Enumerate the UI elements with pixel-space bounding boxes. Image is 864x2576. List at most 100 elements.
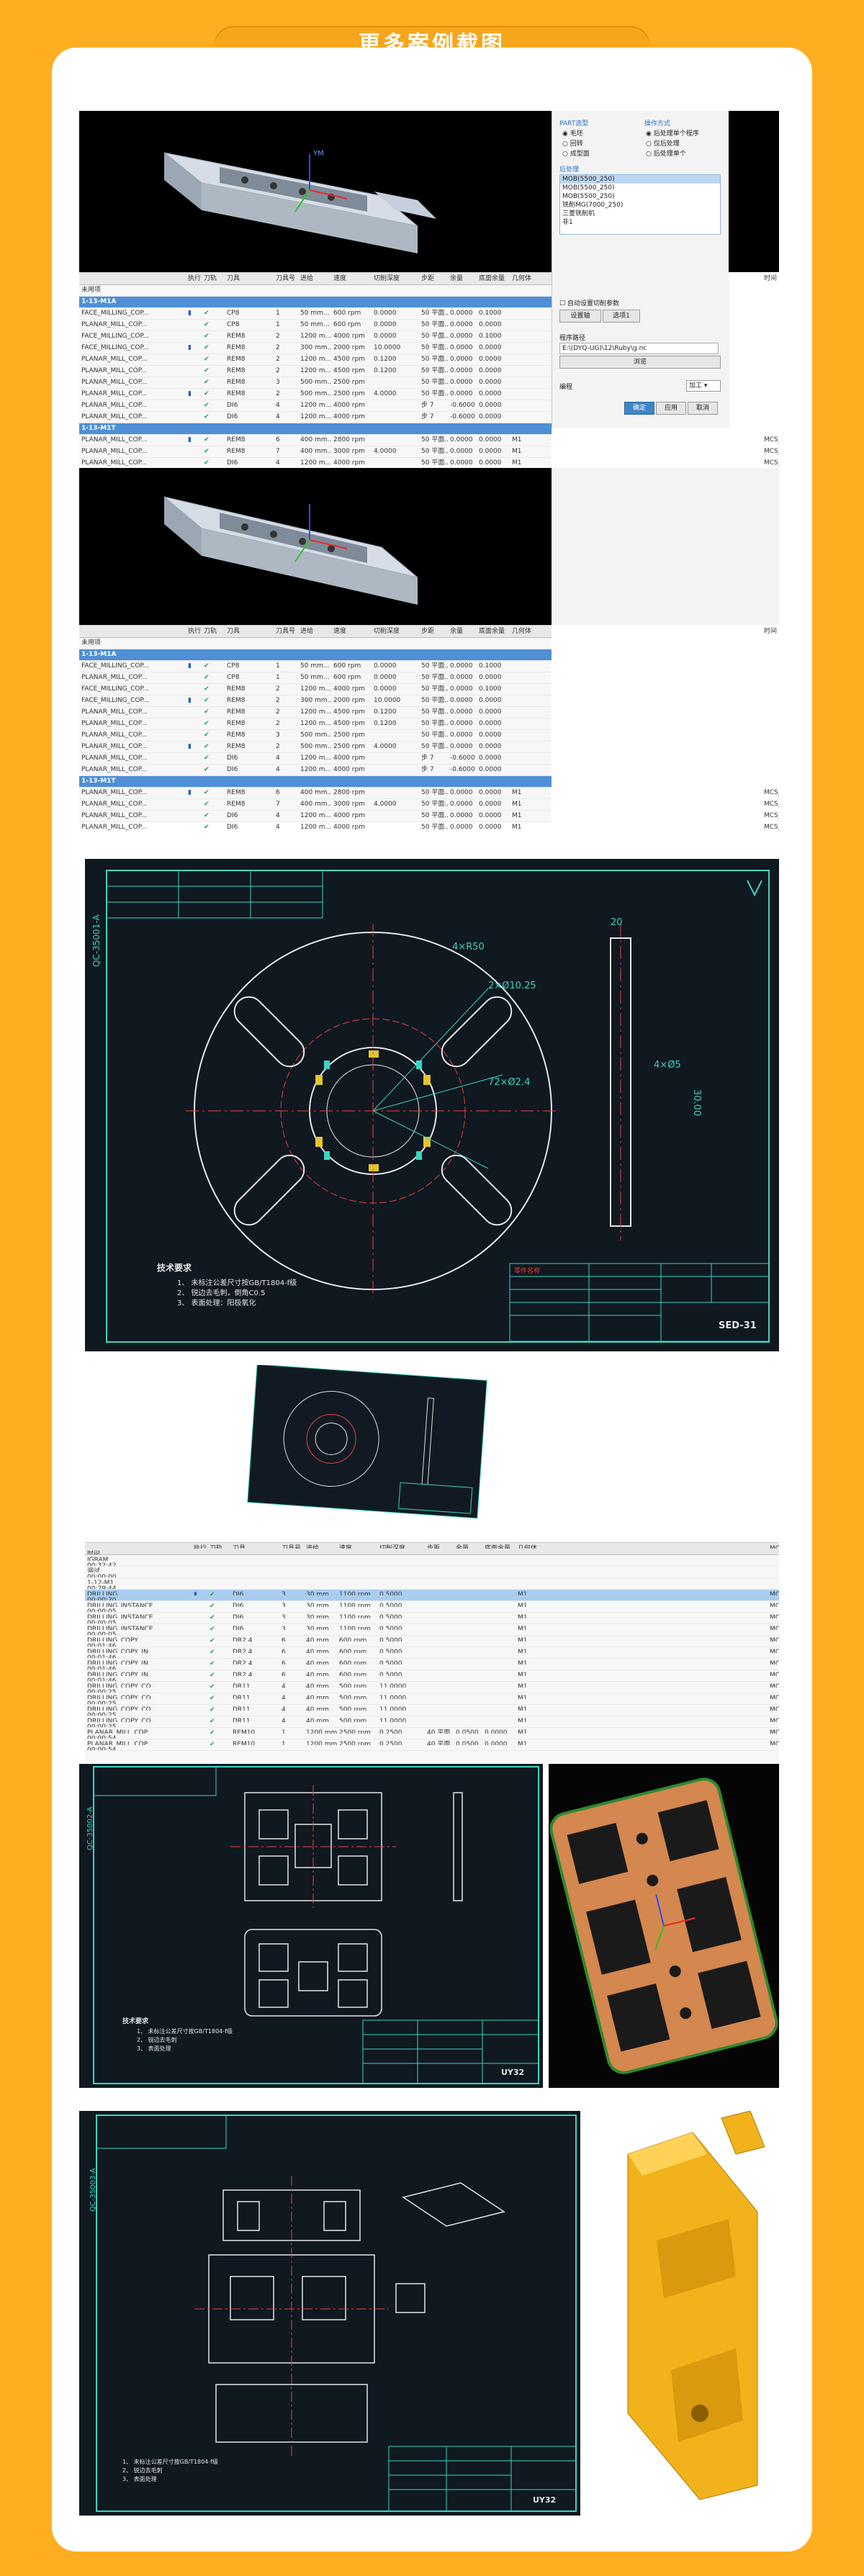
- column-header[interactable]: 底面余量: [482, 1543, 516, 1549]
- column-header[interactable]: 刀轨: [202, 626, 225, 637]
- post-list[interactable]: MOB(5500_250) MOB(5500_250) MOB(5500_250…: [559, 174, 721, 235]
- column-header[interactable]: [85, 1543, 192, 1549]
- table-row[interactable]: 1-13-M1T: [79, 423, 552, 435]
- column-header[interactable]: 刀具: [225, 626, 274, 637]
- table-row[interactable]: PLANAR_MILL_COP... ✔ DI6 4 1200 m...4000 rpm…: [79, 765, 552, 776]
- table-row[interactable]: PLANAR_MILL_COP... ✔ DI6 4 1200 m...4000 rpm…: [79, 811, 779, 822]
- column-header[interactable]: 执行: [186, 626, 202, 637]
- column-header[interactable]: 底面余量: [477, 273, 510, 284]
- table-row[interactable]: FACE_MILLING_COP... ✔ REM8 2 1200 m... 4000 r…: [79, 331, 552, 343]
- table-row[interactable]: DRILLING_INSTANCE ✔ DI6 3 30 mm... 1100 rpm 0.…: [85, 1613, 779, 1624]
- column-header[interactable]: 刀具号: [274, 626, 298, 637]
- post-item[interactable]: 非1: [560, 218, 720, 227]
- table-row[interactable]: DRILLING_COPY_CO... ✔ DR11 4 40 mm... 500 rpm…: [85, 1693, 779, 1705]
- table-row[interactable]: PLANAR_MILL_COP... ✔ DI6 4 1200 m...4000 rpm…: [79, 412, 552, 423]
- column-header[interactable]: 余量: [454, 1543, 482, 1549]
- column-header[interactable]: 刀轨: [202, 273, 225, 284]
- table-row[interactable]: PLANAR_MILL_COP... ✔ REM8 2 1200 m... 4500 rp…: [79, 366, 552, 377]
- table-row[interactable]: IGRAM 00:32:42: [85, 1555, 779, 1567]
- column-header[interactable]: 刀轨: [207, 1543, 230, 1549]
- table-row[interactable]: 未用项: [79, 285, 552, 297]
- table-row[interactable]: FACE_MILLING_COP... ▮ ✔ REM8 2 300 mm... 2000 …: [79, 695, 552, 707]
- column-header[interactable]: 时间: [762, 273, 779, 284]
- operate-option-1[interactable]: ○ 仅后处理: [646, 138, 680, 148]
- column-header[interactable]: 速度: [337, 1543, 377, 1549]
- column-header[interactable]: 执行: [192, 1543, 207, 1549]
- table-row[interactable]: DRILLING_COPY_IN... ✔ DR2.4 6 40 mm... 600 rp…: [85, 1659, 779, 1670]
- table-row[interactable]: PLANAR_MILL_COP... ✔ DI6 4 1200 m...4000 rpm…: [79, 822, 779, 831]
- column-header[interactable]: 速度: [331, 626, 372, 637]
- table-row[interactable]: DRILLING_COPY_CO... ✔ DR11 4 40 mm... 500 rpm…: [85, 1705, 779, 1716]
- column-header[interactable]: 进给: [298, 626, 331, 637]
- table-row[interactable]: PLANAR_MILL_COP... ✔ CP8 1 50 mm... 600 rpm 0.…: [79, 672, 552, 684]
- table-row[interactable]: PLANAR_MILL_COP... ▮ ✔ REM8 2 500 mm... 2500 r…: [79, 742, 552, 753]
- column-header[interactable]: 进给: [304, 1543, 337, 1549]
- column-header[interactable]: 刀具: [230, 1543, 279, 1549]
- column-header[interactable]: 步距: [419, 626, 448, 637]
- post-item[interactable]: 三菱铣削机: [560, 210, 720, 218]
- column-header[interactable]: 几何体: [510, 273, 762, 284]
- table-row[interactable]: DRILLING_COPY_IN... ✔ DR2.4 6 40 mm... 600 rp…: [85, 1670, 779, 1682]
- table-row[interactable]: PLANAR_MILL_COP... ✔ CP8 1 50 mm... 600 rpm 0.…: [79, 320, 552, 331]
- table-row[interactable]: PLANAR_MILL_COP... ▮ ✔ REM8 2 500 mm... 2500 r…: [79, 389, 552, 400]
- table-row[interactable]: 未用项: [79, 638, 552, 649]
- column-header[interactable]: 切削深度: [372, 626, 419, 637]
- column-header[interactable]: 刀具号: [274, 273, 298, 284]
- column-header[interactable]: 余量: [448, 273, 477, 284]
- column-header[interactable]: 切削深度: [372, 273, 419, 284]
- table-row[interactable]: PLANAR_MILL_COP... ✔ REM8 3 500 mm... 2500 rp…: [79, 377, 552, 389]
- table-row[interactable]: 调试 00:00:00: [85, 1567, 779, 1578]
- post-item[interactable]: MOB(5500_250): [560, 184, 720, 192]
- table-row[interactable]: PLANAR_MILL_COP... ✔ REM8 2 1200 m... 4500 rp…: [79, 354, 552, 366]
- table-row[interactable]: 1-13-M1A: [79, 297, 552, 308]
- table-row[interactable]: PLANAR_MILL_COP... ✔ REM8 2 1200 m... 4500 rp…: [79, 719, 552, 730]
- table-row[interactable]: PLANAR_MILL_COP... ▮ ✔ REM8 6 400 mm... 2800 r…: [79, 788, 779, 799]
- table-row[interactable]: FACE_MILLING_COP... ▮ ✔ CP8 1 50 mm... 600 rpm…: [79, 308, 552, 320]
- column-header[interactable]: 切削深度: [377, 1543, 425, 1549]
- column-header[interactable]: 刀具号: [279, 1543, 304, 1549]
- column-header[interactable]: 时间: [762, 626, 779, 637]
- table-row[interactable]: DRILLING ▮ ✔ DI6 3 30 mm... 1100 rpm 0.5000 M1 MC…: [85, 1590, 779, 1601]
- column-header[interactable]: 时间: [85, 1549, 192, 1554]
- table-row[interactable]: PLANAR_MILL_COP... ✔ REM8 3 500 mm... 2500 rp…: [79, 730, 552, 742]
- table-row[interactable]: PLANAR_MILL_COP... ✔ REM10 1 1200 mm...2500 …: [85, 1739, 779, 1751]
- column-header[interactable]: 步距: [425, 1543, 454, 1549]
- table-row[interactable]: DRILLING_COPY ✔ DR2.4 6 40 mm... 600 rpm 0.500…: [85, 1636, 779, 1647]
- column-header[interactable]: [79, 626, 186, 637]
- table-row[interactable]: DRILLING_COPY_CO... ✔ DR11 4 40 mm... 500 rpm…: [85, 1716, 779, 1728]
- table-row[interactable]: 1-13-M1T: [79, 776, 552, 788]
- column-header[interactable]: 余量: [448, 626, 477, 637]
- part-option-0[interactable]: ◉ 毛坯: [562, 128, 583, 138]
- table-row[interactable]: PLANAR_MILL_COP... ✔ REM10 1 1200 mm...2500 …: [85, 1728, 779, 1739]
- table-row[interactable]: 1-13-M1A: [79, 649, 552, 661]
- table-row[interactable]: DRILLING_INSTANCE ✔ DI6 3 30 mm... 1100 rpm 0.…: [85, 1624, 779, 1636]
- table-row[interactable]: DRILLING_COPY_IN... ✔ DR2.4 6 40 mm... 600 rp…: [85, 1647, 779, 1659]
- column-header[interactable]: 底面余量: [477, 626, 510, 637]
- table-row[interactable]: FACE_MILLING_COP... ▮ ✔ CP8 1 50 mm... 600 rpm…: [79, 661, 552, 672]
- table-row[interactable]: 1-12-M1 00:29:44: [85, 1578, 779, 1590]
- table-row[interactable]: PLANAR_MILL_COP... ✔ DI6 4 1200 m...4000 rpm…: [79, 400, 552, 412]
- column-header[interactable]: 刀具: [225, 273, 274, 284]
- table-row[interactable]: PLANAR_MILL_COP... ✔ REM8 7 400 mm... 3000 rp…: [79, 799, 779, 811]
- table-row[interactable]: DRILLING_COPY_CO... ✔ DR11 4 40 mm... 500 rpm…: [85, 1682, 779, 1693]
- column-header[interactable]: 几何体: [516, 1543, 768, 1549]
- table-row[interactable]: FACE_MILLING_COP... ▮ ✔ REM8 2 300 mm... 2000 …: [79, 343, 552, 354]
- post-item[interactable]: MOB(5500_250): [560, 175, 720, 184]
- table-row[interactable]: PLANAR_MILL_COP... ✔ DI6 4 1200 m...4000 rpm…: [79, 753, 552, 765]
- column-header[interactable]: 执行: [186, 273, 202, 284]
- post-item[interactable]: 铣削MG(7000_250): [560, 201, 720, 210]
- column-header[interactable]: MCS: [768, 1543, 779, 1549]
- column-header[interactable]: 几何体: [510, 626, 762, 637]
- operate-option-0[interactable]: ◉ 后处理单个程序: [646, 128, 699, 138]
- part-option-2[interactable]: ○ 成型面: [562, 148, 590, 158]
- part-option-1[interactable]: ○ 回转: [562, 138, 583, 148]
- table-row[interactable]: FACE_MILLING_COP... ✔ REM8 2 1200 m... 4000 r…: [79, 684, 552, 695]
- table-row[interactable]: PLANAR_MILL_COP... ✔ REM8 2 1200 m... 4500 rp…: [79, 707, 552, 719]
- operate-option-2[interactable]: ○ 后处理单个: [646, 148, 686, 158]
- column-header[interactable]: 步距: [419, 273, 448, 284]
- column-header[interactable]: 进给: [298, 273, 331, 284]
- table-row[interactable]: PLANAR_MILL_COP... ▮ ✔ REM8 6 400 mm... 2800 r…: [79, 435, 779, 446]
- table-row[interactable]: DRILLING_INSTANCE ✔ DI6 3 30 mm... 1100 rpm 0.…: [85, 1601, 779, 1613]
- column-header[interactable]: [79, 273, 186, 284]
- post-item[interactable]: MOB(5500_250): [560, 192, 720, 201]
